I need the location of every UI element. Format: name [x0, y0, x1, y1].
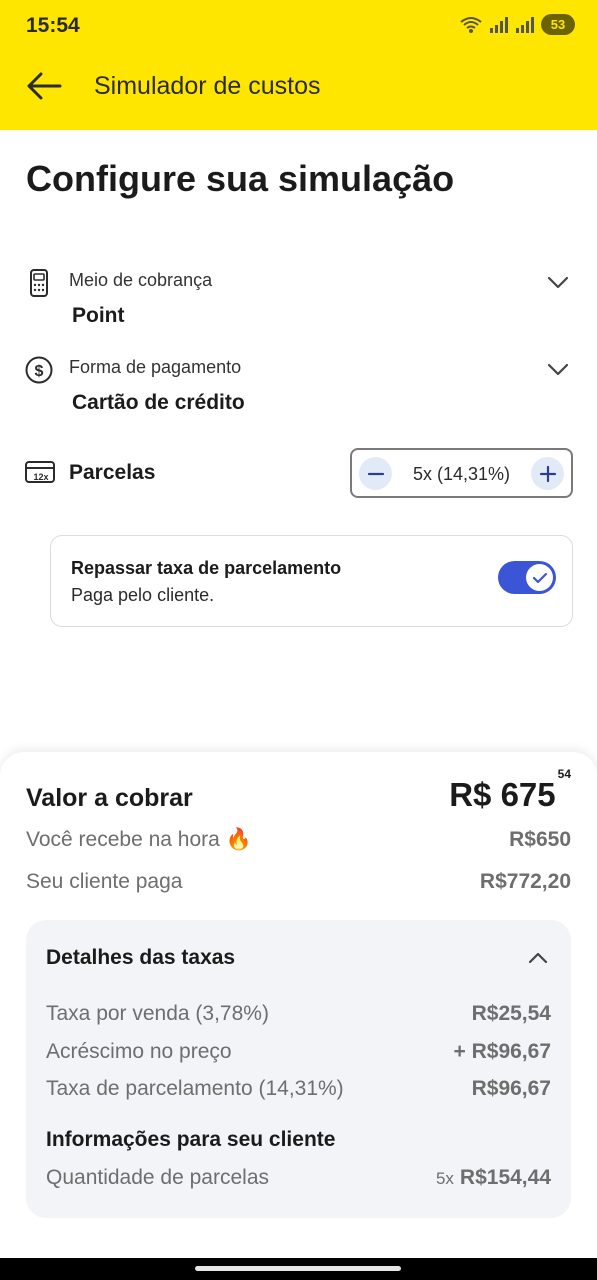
signal-icon	[490, 16, 508, 33]
amount-row: Valor a cobrar R$ 67554	[26, 767, 571, 820]
increment-button[interactable]	[531, 457, 564, 490]
fee-details-title: Detalhes das taxas	[46, 946, 236, 969]
fee-row-label: Taxa por venda (3,78%)	[46, 1002, 269, 1025]
amount-cents: 54	[557, 767, 571, 781]
chevron-down-icon	[547, 276, 569, 289]
card-installments-icon: 12x	[25, 461, 55, 483]
fee-row-label: Taxa de parcelamento (14,31%)	[46, 1077, 344, 1100]
client-info-title: Informações para seu cliente	[46, 1128, 336, 1151]
amount-main: 675	[500, 776, 556, 813]
payment-method-select[interactable]: $ Forma de pagamento Cartão de crédito	[24, 355, 574, 425]
status-time: 15:54	[26, 14, 80, 37]
decrement-button[interactable]	[359, 457, 392, 490]
billing-method-label: Meio de cobrança	[69, 270, 213, 290]
receive-label: Você recebe na hora 🔥	[26, 828, 252, 851]
svg-text:12x: 12x	[33, 472, 48, 482]
installments-label: Parcelas	[69, 461, 156, 484]
chevron-up-icon[interactable]	[527, 950, 549, 966]
installments-value: 5x (14,31%)	[412, 464, 511, 484]
pass-fee-card: Repassar taxa de parcelamento Paga pelo …	[50, 535, 573, 627]
receive-value: R$650	[509, 828, 571, 851]
amount-value: R$ 67554	[449, 767, 571, 814]
home-handle[interactable]	[195, 1266, 401, 1271]
fee-row-label: Acréscimo no preço	[46, 1040, 232, 1063]
back-button[interactable]	[22, 66, 66, 106]
billing-method-value: Point	[72, 304, 125, 327]
system-nav-bar	[0, 1258, 597, 1280]
receive-row: Você recebe na hora 🔥 R$650	[26, 828, 571, 858]
battery-level: 53	[550, 17, 566, 32]
installments-count: 5x	[435, 1169, 454, 1188]
fee-row: Taxa de parcelamento (14,31%) R$96,67	[46, 1077, 551, 1105]
fee-details-card: Detalhes das taxas Taxa por venda (3,78%…	[26, 920, 571, 1218]
status-icons: 53	[459, 14, 575, 35]
installment-amount: R$154,44	[459, 1166, 551, 1189]
client-pays-label: Seu cliente paga	[26, 870, 183, 893]
installments-row: 12x Parcelas 5x (14,31%)	[24, 448, 574, 500]
arrow-left-icon	[27, 72, 62, 100]
fee-row: Acréscimo no preço + R$96,67	[46, 1040, 551, 1068]
client-pays-value: R$772,20	[479, 870, 571, 893]
battery-icon: 53	[541, 14, 575, 35]
toolbar: Simulador de custos	[0, 54, 597, 130]
dollar-coin-icon: $	[25, 356, 53, 384]
status-bar: 15:54 53	[0, 0, 597, 54]
amount-label: Valor a cobrar	[26, 784, 193, 812]
fee-row-value: R$96,67	[471, 1077, 551, 1100]
client-pays-row: Seu cliente paga R$772,20	[26, 870, 571, 900]
pass-fee-title: Repassar taxa de parcelamento	[71, 558, 342, 578]
check-icon	[532, 572, 547, 583]
pass-fee-subtitle: Paga pelo cliente.	[71, 585, 215, 605]
installments-stepper[interactable]: 5x (14,31%)	[350, 448, 573, 498]
installments-quantity-row: Quantidade de parcelas 5x R$154,44	[46, 1166, 551, 1194]
page-title: Configure sua simulação	[26, 158, 455, 199]
installments-quantity-label: Quantidade de parcelas	[46, 1166, 269, 1189]
amount-currency: R$	[449, 776, 492, 813]
installments-quantity-value: 5x R$154,44	[436, 1166, 551, 1190]
payment-method-value: Cartão de crédito	[72, 391, 245, 414]
card-terminal-icon	[30, 269, 48, 297]
fee-row-value: + R$96,67	[453, 1040, 552, 1063]
pass-fee-toggle[interactable]	[498, 561, 556, 594]
chevron-down-icon	[547, 363, 569, 376]
wifi-icon	[460, 16, 482, 33]
minus-icon	[367, 472, 384, 475]
toggle-knob	[526, 564, 553, 591]
signal-icon-secondary	[516, 16, 534, 33]
toolbar-title: Simulador de custos	[94, 72, 321, 100]
fee-row: Taxa por venda (3,78%) R$25,54	[46, 1002, 551, 1030]
fee-row-value: R$25,54	[471, 1002, 551, 1025]
plus-icon	[539, 465, 556, 482]
payment-method-label: Forma de pagamento	[69, 357, 242, 377]
app-header: 15:54 53 Simulador de custos	[0, 0, 597, 130]
billing-method-select[interactable]: Meio de cobrança Point	[24, 268, 574, 338]
summary-sheet: Valor a cobrar R$ 67554 Você recebe na h…	[0, 752, 597, 1258]
svg-text:$: $	[35, 363, 44, 380]
